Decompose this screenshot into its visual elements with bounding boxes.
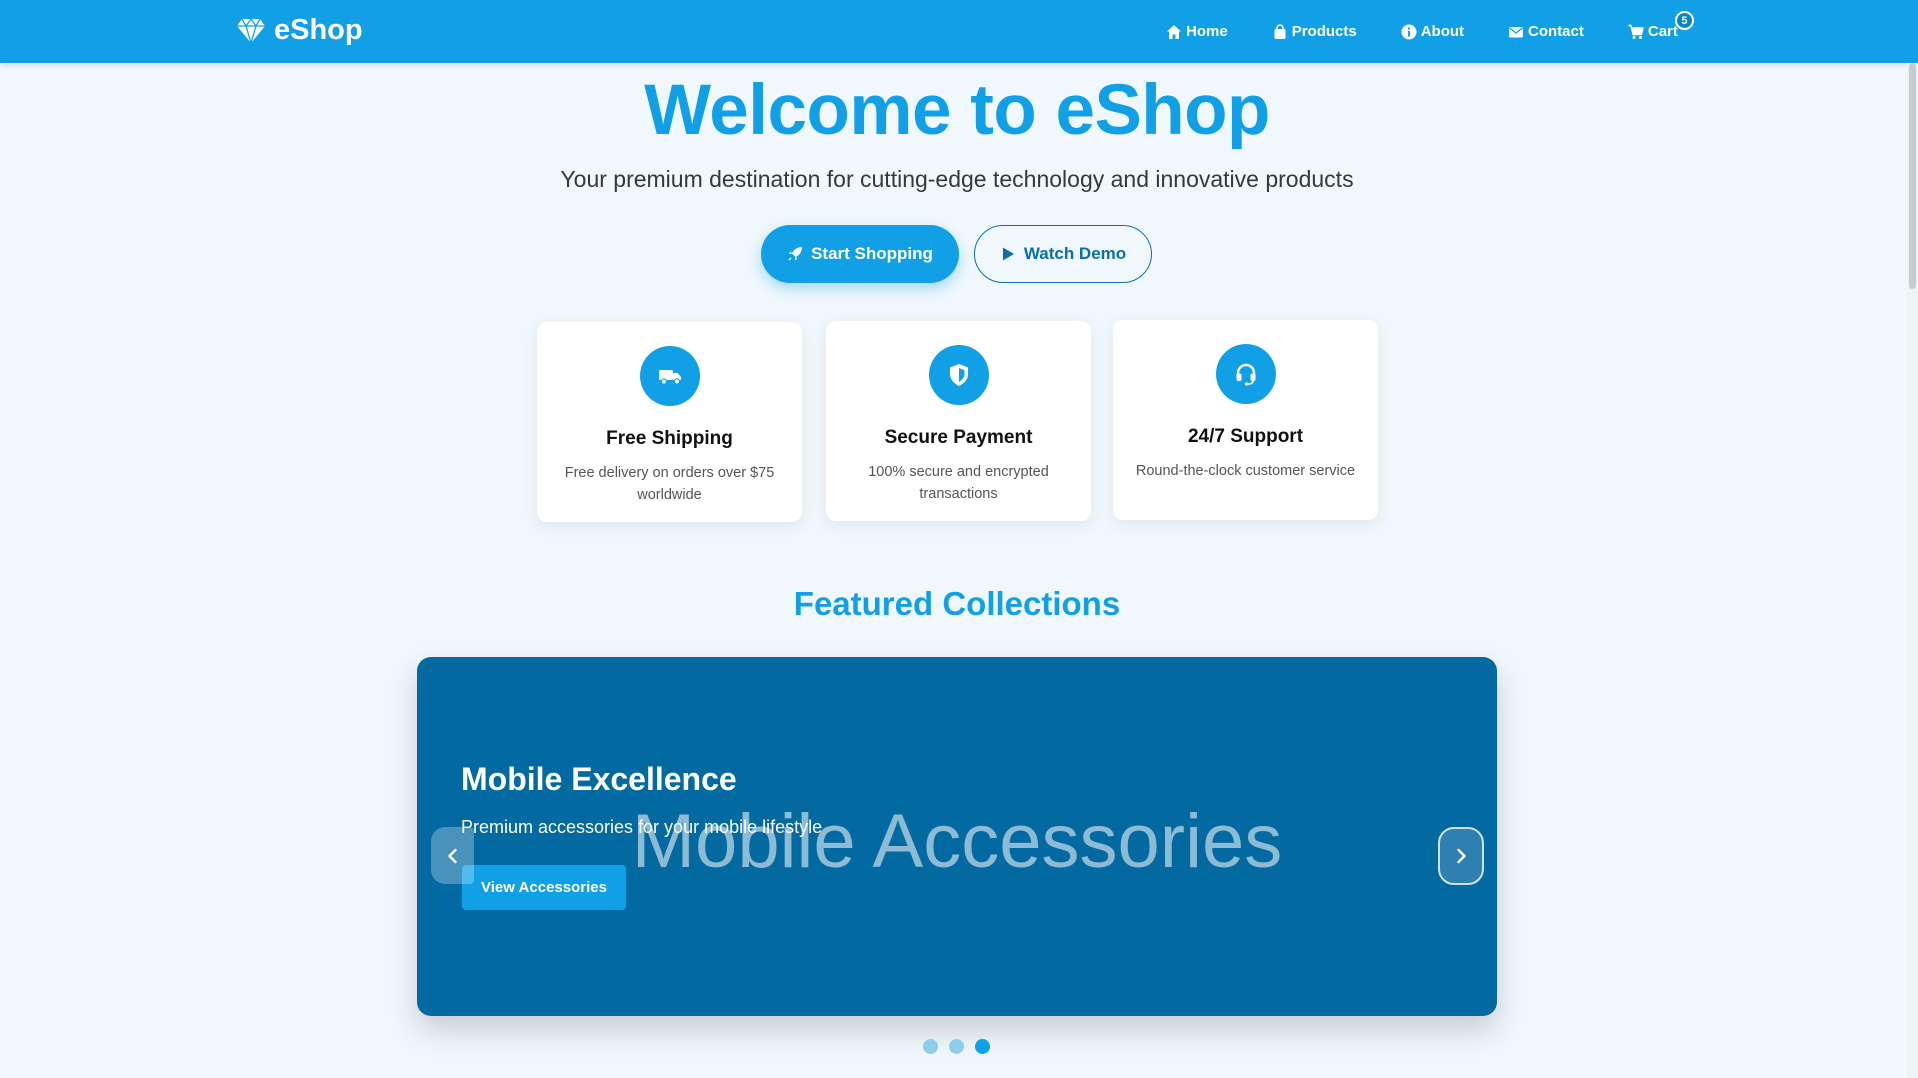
truck-icon xyxy=(658,370,681,385)
nav-products[interactable]: Products xyxy=(1272,23,1357,40)
nav-about[interactable]: About xyxy=(1401,23,1464,40)
home-icon xyxy=(1167,24,1181,39)
feature-title: Free Shipping xyxy=(606,428,733,449)
nav-home-label: Home xyxy=(1186,23,1228,40)
brand-logo[interactable]: eShop xyxy=(236,14,363,47)
carousel-prev-button[interactable] xyxy=(431,827,474,884)
play-icon xyxy=(1002,247,1014,261)
nav-cart[interactable]: Cart 5 xyxy=(1628,11,1694,40)
feature-card-payment: Secure Payment 100% secure and encrypted… xyxy=(826,321,1091,521)
start-shopping-label: Start Shopping xyxy=(811,244,933,263)
navbar: eShop Home Products About Contact Cart 5 xyxy=(0,0,1918,63)
carousel-dot-3[interactable] xyxy=(975,1039,990,1054)
feature-icon-circle xyxy=(639,346,700,406)
slide-subtitle: Premium accessories for your mobile life… xyxy=(461,817,823,837)
nav-contact-label: Contact xyxy=(1528,23,1584,40)
cart-count-badge: 5 xyxy=(1674,11,1694,30)
carousel-dot-1[interactable] xyxy=(923,1039,938,1054)
hero-subtitle: Your premium destination for cutting-edg… xyxy=(560,166,1354,192)
hero-title: Welcome to eShop xyxy=(644,71,1270,150)
diamond-icon xyxy=(237,17,265,44)
carousel-next-button[interactable] xyxy=(1438,827,1484,885)
view-accessories-button[interactable]: View Accessories xyxy=(462,865,626,910)
start-shopping-button[interactable]: Start Shopping xyxy=(761,225,959,283)
watch-demo-label: Watch Demo xyxy=(1023,244,1127,263)
feature-card-shipping: Free Shipping Free delivery on orders ov… xyxy=(537,322,802,522)
envelope-icon xyxy=(1509,26,1524,37)
chevron-left-icon xyxy=(447,848,457,863)
info-icon xyxy=(1401,24,1417,39)
feature-description: Free delivery on orders over $75 worldwi… xyxy=(564,465,775,503)
cart-icon xyxy=(1628,24,1644,39)
watch-demo-button[interactable]: Watch Demo xyxy=(974,225,1152,283)
slide-title: Mobile Excellence xyxy=(461,761,737,797)
feature-description: 100% secure and encrypted transactions xyxy=(868,464,1049,502)
shield-icon xyxy=(949,364,968,386)
nav-contact[interactable]: Contact xyxy=(1508,23,1584,40)
featured-carousel: Mobile Accessories Mobile Excellence Pre… xyxy=(417,657,1497,1016)
nav-cart-label: Cart xyxy=(1647,23,1678,40)
feature-title: Secure Payment xyxy=(884,427,1033,448)
feature-title: 24/7 Support xyxy=(1187,426,1304,447)
nav-links: Home Products About Contact Cart 5 xyxy=(1166,0,1694,63)
nav-about-label: About xyxy=(1420,23,1465,40)
brand-name: eShop xyxy=(274,14,363,46)
nav-products-label: Products xyxy=(1291,23,1357,40)
chevron-right-icon xyxy=(1457,848,1466,864)
carousel-dot-2[interactable] xyxy=(949,1039,964,1054)
headset-icon xyxy=(1236,363,1255,386)
rocket-icon xyxy=(788,247,803,261)
feature-description: Round-the-clock customer service xyxy=(1135,463,1356,479)
feature-icon-circle xyxy=(928,345,989,405)
carousel-indicators xyxy=(923,1039,990,1054)
featured-collections-title: Featured Collections xyxy=(793,585,1121,622)
page-scrollbar[interactable] xyxy=(1907,63,1918,1078)
feature-icon-circle xyxy=(1215,344,1276,404)
bag-icon xyxy=(1274,23,1286,39)
nav-home[interactable]: Home xyxy=(1166,23,1228,40)
feature-card-support: 24/7 Support Round-the-clock customer se… xyxy=(1113,320,1378,520)
